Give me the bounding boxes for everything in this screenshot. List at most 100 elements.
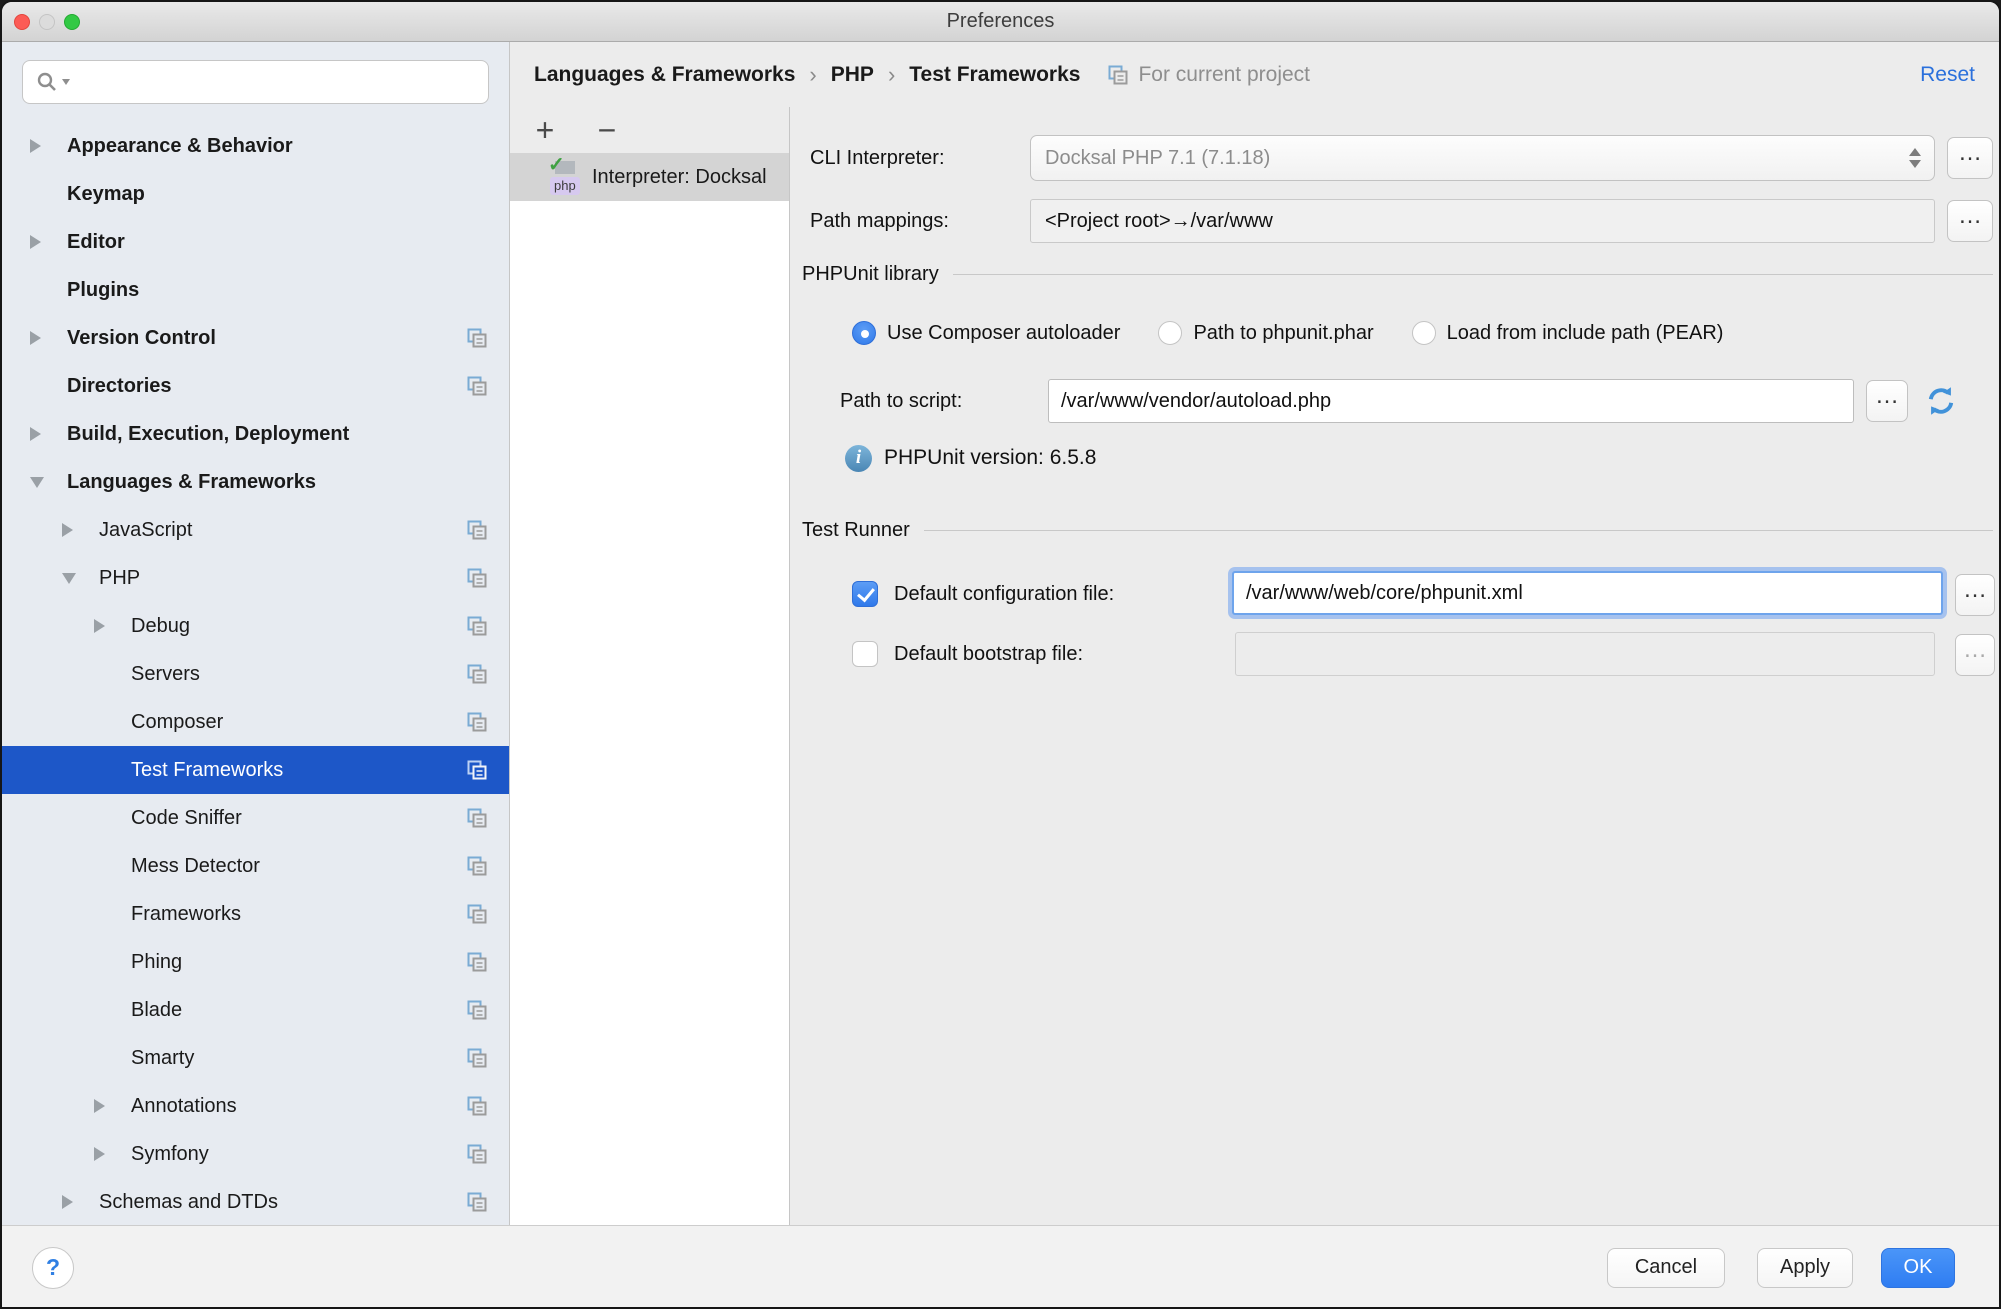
breadcrumb-php[interactable]: PHP (831, 63, 874, 87)
breadcrumb-languages-frameworks[interactable]: Languages & Frameworks (534, 63, 795, 87)
cli-interpreter-select[interactable]: Docksal PHP 7.1 (7.1.18) (1030, 135, 1935, 181)
sidebar-item-label: Plugins (67, 279, 465, 302)
tree-expand-arrow-icon[interactable] (62, 1195, 99, 1209)
path-mappings-browse-button[interactable]: … (1947, 200, 1993, 242)
title-bar: Preferences (2, 2, 1999, 42)
cancel-button[interactable]: Cancel (1607, 1248, 1725, 1288)
phpunit-library-section-title: PHPUnit library (802, 263, 939, 286)
tree-expand-arrow-icon[interactable] (30, 477, 67, 488)
breadcrumb-separator-icon: › (888, 62, 895, 88)
sidebar-item-schemas-and-dtds[interactable]: Schemas and DTDs (2, 1178, 509, 1225)
default-bootstrap-checkbox[interactable] (852, 641, 878, 667)
path-to-script-label-wrap: Path to script: (840, 379, 962, 423)
default-configuration-label: Default configuration file: (894, 583, 1114, 606)
breadcrumb-test-frameworks[interactable]: Test Frameworks (909, 63, 1080, 87)
radio-load-from-include-path[interactable]: Load from include path (PEAR) (1412, 321, 1724, 345)
sidebar-item-label: Annotations (131, 1095, 465, 1118)
stepper-icon[interactable] (1904, 148, 1926, 168)
sidebar-item-debug[interactable]: Debug (2, 602, 509, 650)
search-box[interactable] (22, 60, 489, 104)
search-area (2, 42, 509, 122)
per-project-settings-icon (465, 950, 489, 974)
search-icon (35, 70, 71, 94)
sidebar-item-composer[interactable]: Composer (2, 698, 509, 746)
default-configuration-browse-button[interactable]: … (1955, 574, 1995, 616)
sidebar-item-label: JavaScript (99, 519, 465, 542)
apply-button[interactable]: Apply (1757, 1248, 1853, 1288)
sidebar-item-build-execution-deployment[interactable]: Build, Execution, Deployment (2, 410, 509, 458)
per-project-settings-icon (465, 374, 489, 398)
settings-tree: Appearance & Behavior Keymap Editor (2, 122, 509, 1225)
tree-expand-arrow-icon[interactable] (30, 331, 67, 345)
sidebar-item-plugins[interactable]: Plugins (2, 266, 509, 314)
tree-expand-arrow-icon[interactable] (30, 427, 67, 441)
cli-interpreter-browse-button[interactable]: … (1947, 137, 1993, 179)
path-to-script-browse-button[interactable]: … (1866, 380, 1908, 422)
per-project-settings-icon (465, 998, 489, 1022)
test-runner-section: Test Runner (802, 515, 1993, 545)
per-project-settings-icon (465, 806, 489, 830)
per-project-settings-icon (465, 1094, 489, 1118)
sidebar-item-editor[interactable]: Editor (2, 218, 509, 266)
minimize-window-button[interactable] (39, 14, 55, 30)
sidebar-item-mess-detector[interactable]: Mess Detector (2, 842, 509, 890)
sidebar-item-label: Appearance & Behavior (67, 135, 465, 158)
sidebar-item-label: Debug (131, 615, 465, 638)
per-project-settings-icon (465, 518, 489, 542)
radio-icon[interactable] (1158, 321, 1182, 345)
sidebar-item-phing[interactable]: Phing (2, 938, 509, 986)
sidebar-item-php[interactable]: PHP (2, 554, 509, 602)
reset-link[interactable]: Reset (1920, 63, 1975, 87)
sidebar-item-label: PHP (99, 567, 465, 590)
sidebar-item-appearance-behavior[interactable]: Appearance & Behavior (2, 122, 509, 170)
sidebar-item-symfony[interactable]: Symfony (2, 1130, 509, 1178)
sidebar-item-label: Schemas and DTDs (99, 1191, 465, 1214)
help-button[interactable]: ? (32, 1247, 74, 1289)
sidebar-item-directories[interactable]: Directories (2, 362, 509, 410)
preferences-window: Preferences (0, 0, 2001, 1309)
tree-expand-arrow-icon[interactable] (62, 523, 99, 537)
default-bootstrap-browse-button[interactable]: … (1955, 634, 1995, 676)
sidebar-item-blade[interactable]: Blade (2, 986, 509, 1034)
tree-expand-arrow-icon[interactable] (62, 573, 99, 584)
sidebar-item-frameworks[interactable]: Frameworks (2, 890, 509, 938)
radio-icon[interactable] (852, 321, 876, 345)
interpreter-list-item[interactable]: ✓ php Interpreter: Docksal (510, 153, 789, 201)
sidebar-item-servers[interactable]: Servers (2, 650, 509, 698)
sidebar-item-smarty[interactable]: Smarty (2, 1034, 509, 1082)
tree-expand-arrow-icon[interactable] (94, 1147, 131, 1161)
tree-expand-arrow-icon[interactable] (30, 235, 67, 249)
sidebar-item-code-sniffer[interactable]: Code Sniffer (2, 794, 509, 842)
radio-icon[interactable] (1412, 321, 1436, 345)
tree-expand-arrow-icon[interactable] (94, 619, 131, 633)
ok-button[interactable]: OK (1881, 1248, 1955, 1288)
interpreters-list: ✓ php Interpreter: Docksal (510, 153, 789, 1225)
default-configuration-input[interactable] (1232, 571, 1943, 615)
default-configuration-checkbox[interactable] (852, 581, 878, 607)
sidebar-item-test-frameworks[interactable]: Test Frameworks (2, 746, 509, 794)
tree-expand-arrow-icon[interactable] (30, 139, 67, 153)
sidebar-item-languages-frameworks[interactable]: Languages & Frameworks (2, 458, 509, 506)
path-to-script-input[interactable] (1048, 379, 1854, 423)
default-bootstrap-input[interactable] (1235, 632, 1935, 676)
sidebar-item-label: Frameworks (131, 903, 465, 926)
search-input[interactable] (71, 63, 488, 101)
sidebar-item-javascript[interactable]: JavaScript (2, 506, 509, 554)
search-options-arrow-icon (61, 78, 71, 86)
close-window-button[interactable] (14, 14, 30, 30)
phpunit-version-note: i PHPUnit version: 6.5.8 (845, 443, 1096, 473)
sidebar-item-annotations[interactable]: Annotations (2, 1082, 509, 1130)
sidebar-item-label: Version Control (67, 327, 465, 350)
add-button[interactable]: + (528, 114, 562, 146)
radio-use-composer-autoloader[interactable]: Use Composer autoloader (852, 321, 1120, 345)
remove-button[interactable]: − (590, 114, 624, 146)
path-mappings-field[interactable]: <Project root>→/var/www (1030, 199, 1935, 243)
radio-path-to-phpunit-phar[interactable]: Path to phpunit.phar (1158, 321, 1373, 345)
sidebar-item-version-control[interactable]: Version Control (2, 314, 509, 362)
sidebar-item-keymap[interactable]: Keymap (2, 170, 509, 218)
phpunit-library-section: PHPUnit library (802, 259, 1993, 289)
tree-expand-arrow-icon[interactable] (94, 1099, 131, 1113)
zoom-window-button[interactable] (64, 14, 80, 30)
refresh-icon[interactable] (1923, 383, 1959, 419)
default-configuration-row: Default configuration file: (852, 569, 1114, 619)
